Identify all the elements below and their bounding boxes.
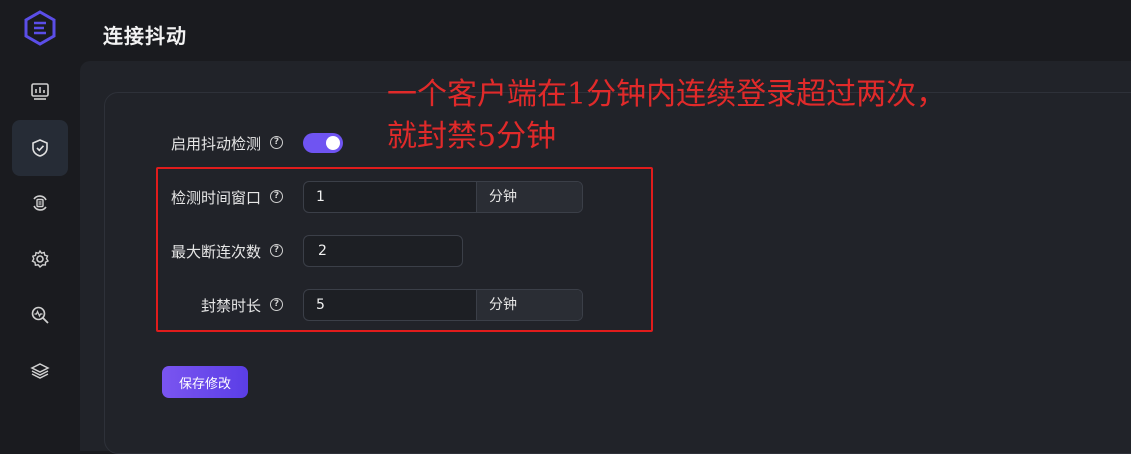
help-icon[interactable]: ? xyxy=(270,244,283,257)
max-disconnects-label: 最大断连次数 xyxy=(170,243,261,261)
search-monitor-icon xyxy=(31,306,49,324)
detect-window-input[interactable] xyxy=(304,182,476,212)
ban-duration-field: 分钟 xyxy=(303,289,583,321)
app-logo-icon[interactable] xyxy=(22,10,58,46)
detect-window-label: 检测时间窗口 xyxy=(170,189,261,207)
dashboard-icon xyxy=(31,83,49,100)
sync-icon xyxy=(33,195,47,211)
shield-check-icon xyxy=(32,139,48,157)
sidebar xyxy=(0,0,80,435)
detect-window-unit: 分钟 xyxy=(476,182,582,212)
enable-jitter-label: 启用抖动检测 xyxy=(170,135,261,153)
layers-icon xyxy=(30,363,50,379)
detect-window-field: 分钟 xyxy=(303,181,583,213)
sidebar-item-security[interactable] xyxy=(12,120,68,176)
annotation-line-2: 就封禁5分钟 xyxy=(387,119,557,154)
ban-duration-label: 封禁时长 xyxy=(200,297,261,315)
sidebar-item-sync[interactable] xyxy=(12,175,68,231)
max-disconnects-input[interactable] xyxy=(304,236,458,266)
help-icon[interactable]: ? xyxy=(270,190,283,203)
ban-duration-unit: 分钟 xyxy=(476,290,582,320)
sidebar-item-monitor[interactable] xyxy=(12,287,68,343)
enable-jitter-toggle[interactable] xyxy=(303,133,343,153)
sidebar-item-dashboard[interactable] xyxy=(12,63,68,119)
annotation-line-1: 一个客户端在1分钟内连续登录超过两次， xyxy=(387,77,947,112)
save-button[interactable]: 保存修改 xyxy=(162,366,248,398)
max-disconnects-field xyxy=(303,235,463,267)
sidebar-item-layers[interactable] xyxy=(12,343,68,399)
page-title: 连接抖动 xyxy=(103,24,187,48)
help-icon[interactable]: ? xyxy=(270,136,283,149)
sidebar-item-settings[interactable] xyxy=(12,231,68,287)
settings-icon xyxy=(31,249,50,268)
help-icon[interactable]: ? xyxy=(270,298,283,311)
ban-duration-input[interactable] xyxy=(304,290,476,320)
toggle-knob xyxy=(326,136,340,150)
